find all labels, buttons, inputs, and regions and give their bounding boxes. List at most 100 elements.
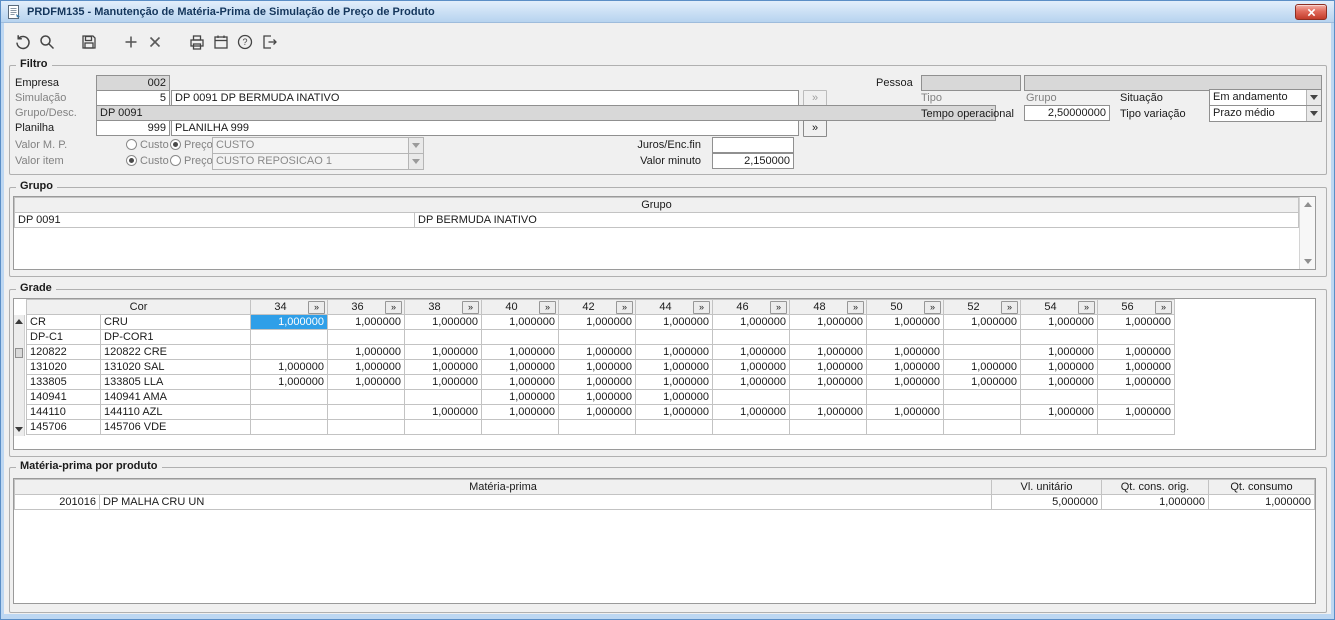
valor-item-radio-custo[interactable] bbox=[126, 155, 137, 166]
expand-size-column-button[interactable]: » bbox=[539, 300, 557, 314]
tempo-operacional-field[interactable]: 2,50000000 bbox=[1024, 105, 1110, 121]
grade-value-cell[interactable] bbox=[558, 329, 637, 345]
expand-size-column-button[interactable]: » bbox=[924, 300, 942, 314]
grade-value-cell[interactable]: 1,000000 bbox=[635, 314, 714, 330]
grade-value-cell[interactable]: 1,000000 bbox=[635, 389, 714, 405]
grade-value-cell[interactable] bbox=[866, 389, 945, 405]
grade-value-cell[interactable] bbox=[1020, 389, 1099, 405]
grade-value-cell[interactable]: 1,000000 bbox=[789, 314, 868, 330]
grade-value-cell[interactable]: 1,000000 bbox=[635, 344, 714, 360]
grupo-row[interactable]: DP 0091 DP BERMUDA INATIVO bbox=[14, 212, 1299, 228]
grade-value-cell[interactable]: 1,000000 bbox=[789, 344, 868, 360]
refresh-button[interactable] bbox=[11, 30, 35, 54]
materia-vl-unitario-cell[interactable]: 5,000000 bbox=[991, 494, 1102, 510]
grade-value-cell[interactable]: 1,000000 bbox=[1020, 314, 1099, 330]
planilha-number-field[interactable]: 999 bbox=[96, 120, 170, 136]
grade-value-cell[interactable] bbox=[327, 419, 406, 435]
grade-value-cell[interactable]: 1,000000 bbox=[1097, 344, 1176, 360]
grupo-desc-cell[interactable]: DP BERMUDA INATIVO bbox=[414, 212, 1299, 228]
scroll-down-icon[interactable] bbox=[15, 427, 23, 432]
grade-value-cell[interactable]: 1,000000 bbox=[481, 359, 560, 375]
grade-value-cell[interactable]: 1,000000 bbox=[866, 314, 945, 330]
grade-value-cell[interactable]: 1,000000 bbox=[558, 314, 637, 330]
grade-value-cell[interactable] bbox=[481, 419, 560, 435]
grade-value-cell[interactable] bbox=[789, 389, 868, 405]
grade-value-cell[interactable]: 1,000000 bbox=[1020, 374, 1099, 390]
grade-value-cell[interactable]: 1,000000 bbox=[558, 374, 637, 390]
grade-value-cell[interactable]: 1,000000 bbox=[1097, 374, 1176, 390]
planilha-desc-field[interactable]: PLANILHA 999 bbox=[171, 120, 799, 136]
print-button[interactable] bbox=[185, 30, 209, 54]
grade-value-cell[interactable]: 1,000000 bbox=[635, 374, 714, 390]
close-button[interactable] bbox=[1295, 4, 1327, 20]
color-name-cell[interactable]: 133805 LLA bbox=[99, 374, 252, 390]
grade-value-cell[interactable]: 1,000000 bbox=[712, 314, 791, 330]
grade-value-cell[interactable] bbox=[712, 419, 791, 435]
grade-value-cell[interactable] bbox=[943, 419, 1022, 435]
grade-value-cell[interactable]: 1,000000 bbox=[558, 344, 637, 360]
grade-value-cell[interactable]: 1,000000 bbox=[943, 374, 1022, 390]
grade-value-cell[interactable]: 1,000000 bbox=[789, 359, 868, 375]
grade-value-cell[interactable] bbox=[250, 419, 329, 435]
color-code-cell[interactable]: 120822 bbox=[26, 344, 101, 360]
grade-value-cell[interactable] bbox=[866, 329, 945, 345]
grade-value-cell[interactable] bbox=[943, 329, 1022, 345]
grade-value-cell[interactable] bbox=[943, 389, 1022, 405]
calendar-button[interactable] bbox=[209, 30, 233, 54]
grade-value-cell[interactable] bbox=[404, 389, 483, 405]
grade-value-cell[interactable] bbox=[1020, 419, 1099, 435]
help-button[interactable]: ? bbox=[233, 30, 257, 54]
grade-value-cell[interactable]: 1,000000 bbox=[635, 404, 714, 420]
grade-value-cell[interactable]: 1,000000 bbox=[250, 314, 329, 330]
materia-name-cell[interactable]: DP MALHA CRU UN bbox=[99, 494, 992, 510]
color-code-cell[interactable]: 145706 bbox=[26, 419, 101, 435]
grade-value-cell[interactable]: 1,000000 bbox=[1020, 344, 1099, 360]
grade-value-cell[interactable] bbox=[635, 329, 714, 345]
expand-size-column-button[interactable]: » bbox=[1155, 300, 1173, 314]
expand-size-column-button[interactable]: » bbox=[770, 300, 788, 314]
color-name-cell[interactable]: 145706 VDE bbox=[99, 419, 252, 435]
grade-value-cell[interactable]: 1,000000 bbox=[250, 374, 329, 390]
grade-value-cell[interactable]: 1,000000 bbox=[481, 314, 560, 330]
grade-value-cell[interactable]: 1,000000 bbox=[866, 344, 945, 360]
grade-value-cell[interactable] bbox=[558, 419, 637, 435]
planilha-lookup-button[interactable]: » bbox=[803, 120, 827, 137]
grade-value-cell[interactable]: 1,000000 bbox=[866, 359, 945, 375]
grade-value-cell[interactable] bbox=[1097, 329, 1176, 345]
grade-value-cell[interactable] bbox=[327, 404, 406, 420]
grade-value-cell[interactable] bbox=[789, 419, 868, 435]
color-code-cell[interactable]: 140941 bbox=[26, 389, 101, 405]
grade-value-cell[interactable]: 1,000000 bbox=[1020, 404, 1099, 420]
grade-value-cell[interactable]: 1,000000 bbox=[481, 344, 560, 360]
situacao-combo[interactable]: Em andamento bbox=[1209, 89, 1322, 106]
grade-value-cell[interactable]: 1,000000 bbox=[327, 374, 406, 390]
grade-value-cell[interactable] bbox=[327, 389, 406, 405]
expand-size-column-button[interactable]: » bbox=[308, 300, 326, 314]
grade-value-cell[interactable]: 1,000000 bbox=[404, 359, 483, 375]
grade-value-cell[interactable] bbox=[250, 329, 329, 345]
grade-value-cell[interactable]: 1,000000 bbox=[943, 314, 1022, 330]
save-button[interactable] bbox=[77, 30, 101, 54]
color-name-cell[interactable]: DP-COR1 bbox=[99, 329, 252, 345]
grade-row-scroll-strip[interactable] bbox=[14, 315, 25, 436]
scroll-down-icon[interactable] bbox=[1300, 254, 1315, 269]
grade-value-cell[interactable]: 1,000000 bbox=[1020, 359, 1099, 375]
simulacao-desc-field[interactable]: DP 0091 DP BERMUDA INATIVO bbox=[171, 90, 799, 106]
grade-value-cell[interactable] bbox=[712, 329, 791, 345]
grade-value-cell[interactable]: 1,000000 bbox=[481, 389, 560, 405]
grade-value-cell[interactable] bbox=[1097, 419, 1176, 435]
grade-value-cell[interactable]: 1,000000 bbox=[712, 359, 791, 375]
grade-value-cell[interactable]: 1,000000 bbox=[712, 374, 791, 390]
valor-mp-radio-preco[interactable] bbox=[170, 139, 181, 150]
color-name-cell[interactable]: 120822 CRE bbox=[99, 344, 252, 360]
expand-size-column-button[interactable]: » bbox=[693, 300, 711, 314]
grade-value-cell[interactable]: 1,000000 bbox=[404, 404, 483, 420]
expand-size-column-button[interactable]: » bbox=[462, 300, 480, 314]
grade-value-cell[interactable]: 1,000000 bbox=[789, 374, 868, 390]
expand-size-column-button[interactable]: » bbox=[616, 300, 634, 314]
scroll-up-icon[interactable] bbox=[1300, 197, 1315, 212]
expand-size-column-button[interactable]: » bbox=[847, 300, 865, 314]
valor-mp-radio-custo[interactable] bbox=[126, 139, 137, 150]
grade-value-cell[interactable] bbox=[250, 344, 329, 360]
materia-qt-cons-orig-cell[interactable]: 1,000000 bbox=[1101, 494, 1209, 510]
